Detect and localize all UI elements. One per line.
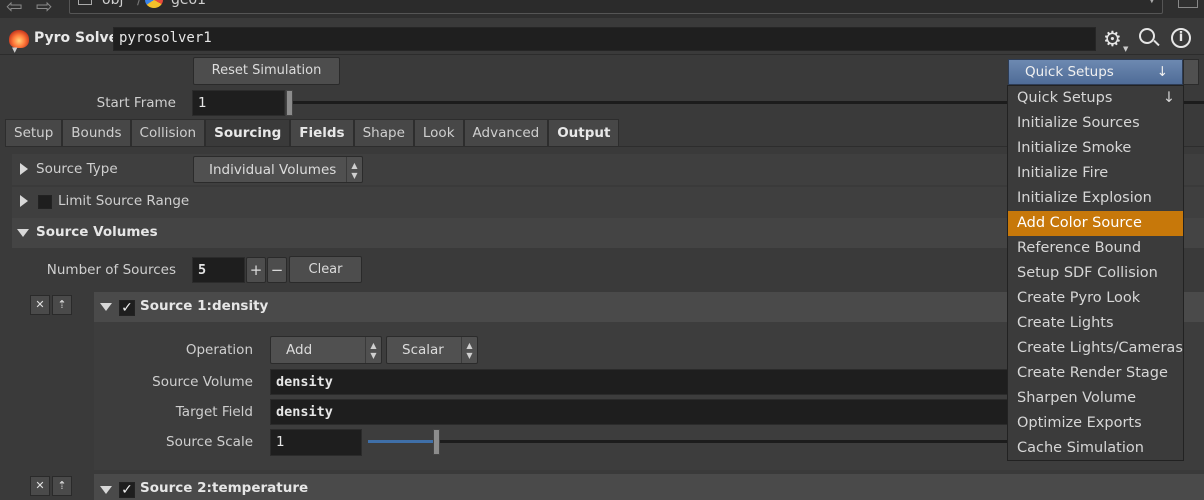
move-source-up-icon[interactable]: ⇡ bbox=[52, 476, 72, 496]
quick-setups-menu: Quick Setups ↓ Initialize Sources Initia… bbox=[1007, 85, 1184, 461]
operation-menu[interactable]: Add ▲ ▼ bbox=[270, 336, 382, 364]
source-1-title: Source 1: bbox=[140, 298, 212, 314]
move-source-up-icon[interactable]: ⇡ bbox=[52, 295, 72, 315]
help-info-icon[interactable]: i bbox=[1171, 28, 1191, 48]
source-scale-slider-handle[interactable] bbox=[433, 429, 440, 455]
target-field-label: Target Field bbox=[175, 404, 253, 420]
forward-arrow-icon[interactable]: ⇨ bbox=[36, 0, 53, 18]
down-arrow-icon: ↓ bbox=[1162, 90, 1175, 106]
source-1-enable-checkbox[interactable]: ✓ bbox=[119, 300, 135, 316]
tab-bounds[interactable]: Bounds bbox=[62, 119, 131, 146]
menu-item-initialize-fire[interactable]: Initialize Fire bbox=[1008, 161, 1183, 186]
menu-arrows-icon: ▲ ▼ bbox=[365, 337, 381, 363]
collapse-arrow-icon[interactable] bbox=[100, 486, 112, 494]
menu-item-initialize-explosion[interactable]: Initialize Explosion bbox=[1008, 186, 1183, 211]
node-name-field[interactable]: pyrosolver1 bbox=[113, 27, 1096, 51]
quick-setups-label: Quick Setups bbox=[1025, 64, 1114, 80]
source-volume-field[interactable]: density bbox=[270, 369, 1008, 395]
operation-label: Operation bbox=[185, 342, 253, 358]
start-frame-field[interactable]: 1 bbox=[192, 90, 285, 116]
clear-sources-button[interactable]: Clear bbox=[289, 256, 362, 283]
path-separator: / bbox=[137, 0, 142, 8]
tab-setup[interactable]: Setup bbox=[5, 119, 63, 146]
number-of-sources-label: Number of Sources bbox=[46, 262, 176, 278]
source-scale-field[interactable]: 1 bbox=[270, 429, 362, 456]
limit-source-range-checkbox[interactable] bbox=[38, 195, 52, 209]
menu-item-initialize-sources[interactable]: Initialize Sources bbox=[1008, 111, 1183, 136]
add-source-button[interactable]: + bbox=[246, 257, 266, 283]
menu-item-initialize-smoke[interactable]: Initialize Smoke bbox=[1008, 136, 1183, 161]
operation-type-menu[interactable]: Scalar ▲ ▼ bbox=[386, 336, 478, 364]
parameter-tabs: Setup Bounds Collision Sourcing Fields S… bbox=[5, 119, 620, 146]
menu-item-create-lights[interactable]: Create Lights bbox=[1008, 311, 1183, 336]
source-type-value: Individual Volumes bbox=[209, 162, 337, 178]
source-1-name: density bbox=[212, 298, 269, 314]
path-dropdown-icon[interactable]: ▼ bbox=[1148, 0, 1156, 5]
menu-item-cache-simulation[interactable]: Cache Simulation bbox=[1008, 436, 1183, 461]
path-segment-geo1[interactable]: geo1 bbox=[171, 0, 206, 8]
collapse-arrow-icon[interactable] bbox=[17, 229, 29, 237]
menu-item-optimize-exports[interactable]: Optimize Exports bbox=[1008, 411, 1183, 436]
number-of-sources-field[interactable]: 5 bbox=[192, 257, 245, 283]
delete-source-icon[interactable]: ✕ bbox=[30, 295, 50, 315]
menu-item-reference-bound[interactable]: Reference Bound bbox=[1008, 236, 1183, 261]
pin-icon[interactable] bbox=[1178, 0, 1198, 8]
remove-source-button[interactable]: − bbox=[267, 257, 287, 283]
tab-look[interactable]: Look bbox=[413, 119, 464, 146]
target-field-field[interactable]: density bbox=[270, 399, 1008, 425]
collapse-arrow-icon[interactable] bbox=[100, 303, 112, 311]
path-field[interactable] bbox=[69, 0, 1163, 14]
menu-item-create-lights-cameras[interactable]: Create Lights/Cameras bbox=[1008, 336, 1183, 361]
search-icon[interactable] bbox=[1139, 28, 1155, 44]
menu-item-add-color-source[interactable]: Add Color Source bbox=[1008, 211, 1183, 236]
operation-value: Add bbox=[286, 342, 313, 358]
quick-setups-button[interactable]: Quick Setups ↓ bbox=[1008, 59, 1183, 85]
menu-item-sharpen-volume[interactable]: Sharpen Volume bbox=[1008, 386, 1183, 411]
reset-simulation-button[interactable]: Reset Simulation bbox=[193, 57, 340, 85]
path-segment-obj[interactable]: obj bbox=[102, 0, 123, 8]
source-2-name: temperature bbox=[212, 480, 309, 496]
source-scale-slider-fill bbox=[368, 440, 436, 443]
source-scale-slider-track[interactable] bbox=[436, 440, 1008, 443]
tab-shape[interactable]: Shape bbox=[353, 119, 414, 146]
operation-type-value: Scalar bbox=[402, 342, 444, 358]
limit-source-range-label: Limit Source Range bbox=[58, 193, 190, 209]
scroll-up-button[interactable] bbox=[1183, 59, 1199, 85]
expand-arrow-icon[interactable] bbox=[20, 163, 28, 175]
source-2-enable-checkbox[interactable]: ✓ bbox=[119, 482, 135, 498]
obj-network-icon bbox=[78, 0, 92, 5]
tab-sourcing[interactable]: Sourcing bbox=[205, 119, 291, 146]
gear-menu-arrow-icon[interactable]: ▼ bbox=[1123, 45, 1128, 53]
node-type-label: Pyro Solver bbox=[34, 30, 126, 46]
source-type-label: Source Type bbox=[36, 161, 118, 177]
menu-item-create-render-stage[interactable]: Create Render Stage bbox=[1008, 361, 1183, 386]
menu-arrows-icon: ▲ ▼ bbox=[346, 157, 362, 182]
source-2-title: Source 2: bbox=[140, 480, 212, 496]
gear-icon[interactable]: ⚙ bbox=[1103, 27, 1122, 51]
source-type-menu[interactable]: Individual Volumes ▲ ▼ bbox=[193, 156, 363, 183]
menu-item-setup-sdf-collision[interactable]: Setup SDF Collision bbox=[1008, 261, 1183, 286]
node-menu-arrow-icon[interactable]: ▼ bbox=[12, 46, 17, 54]
start-frame-slider-handle[interactable] bbox=[286, 90, 293, 116]
tab-fields[interactable]: Fields bbox=[290, 119, 354, 146]
source-scale-label: Source Scale bbox=[166, 434, 253, 450]
menu-item-create-pyro-look[interactable]: Create Pyro Look bbox=[1008, 286, 1183, 311]
delete-source-icon[interactable]: ✕ bbox=[30, 476, 50, 496]
menu-arrows-icon: ▲ ▼ bbox=[461, 337, 477, 363]
tab-output[interactable]: Output bbox=[548, 119, 620, 146]
menu-item-quick-setups[interactable]: Quick Setups ↓ bbox=[1008, 86, 1183, 111]
tab-advanced[interactable]: Advanced bbox=[463, 119, 549, 146]
down-arrow-icon: ↓ bbox=[1156, 64, 1168, 80]
expand-arrow-icon[interactable] bbox=[20, 195, 28, 207]
source-volume-label: Source Volume bbox=[152, 374, 253, 390]
back-arrow-icon[interactable]: ⇦ bbox=[6, 0, 23, 18]
source-volumes-label: Source Volumes bbox=[36, 224, 158, 240]
start-frame-label: Start Frame bbox=[96, 95, 176, 111]
tab-collision[interactable]: Collision bbox=[130, 119, 206, 146]
